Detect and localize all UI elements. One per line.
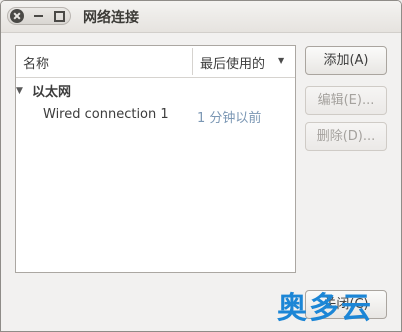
triangle-down-icon[interactable]: ▼ xyxy=(16,86,23,96)
connection-last-used: 1 分钟以前 xyxy=(197,111,262,126)
network-connections-window: 网络连接 名称 最后使用的 ▼ ▼ 以太网 Wired connection 1… xyxy=(0,0,402,332)
connection-name: Wired connection 1 xyxy=(43,107,169,122)
add-button[interactable]: 添加(A) xyxy=(305,46,387,75)
watermark-text: 奥多云 xyxy=(277,291,373,326)
minimize-icon[interactable] xyxy=(32,9,46,23)
sort-down-icon: ▼ xyxy=(278,56,285,65)
title-bar: 网络连接 xyxy=(1,1,401,33)
column-separator xyxy=(192,48,193,75)
close-icon[interactable] xyxy=(10,9,24,23)
edit-button[interactable]: 编辑(E)... xyxy=(305,86,387,115)
column-header-last-used[interactable]: 最后使用的 xyxy=(200,53,265,72)
group-label: 以太网 xyxy=(32,85,72,100)
group-row-ethernet[interactable]: ▼ 以太网 xyxy=(16,80,295,102)
maximize-icon[interactable] xyxy=(52,9,66,23)
delete-button[interactable]: 删除(D)... xyxy=(305,122,387,151)
column-header-name[interactable]: 名称 xyxy=(23,53,49,72)
list-header: 名称 最后使用的 ▼ xyxy=(16,46,295,78)
window-controls xyxy=(7,7,71,25)
connections-list[interactable]: 名称 最后使用的 ▼ ▼ 以太网 Wired connection 1 1 分钟… xyxy=(15,45,296,273)
window-title: 网络连接 xyxy=(83,10,139,26)
connection-row[interactable]: Wired connection 1 1 分钟以前 xyxy=(16,106,295,128)
watermark-logo: 奥多云 xyxy=(263,279,397,326)
